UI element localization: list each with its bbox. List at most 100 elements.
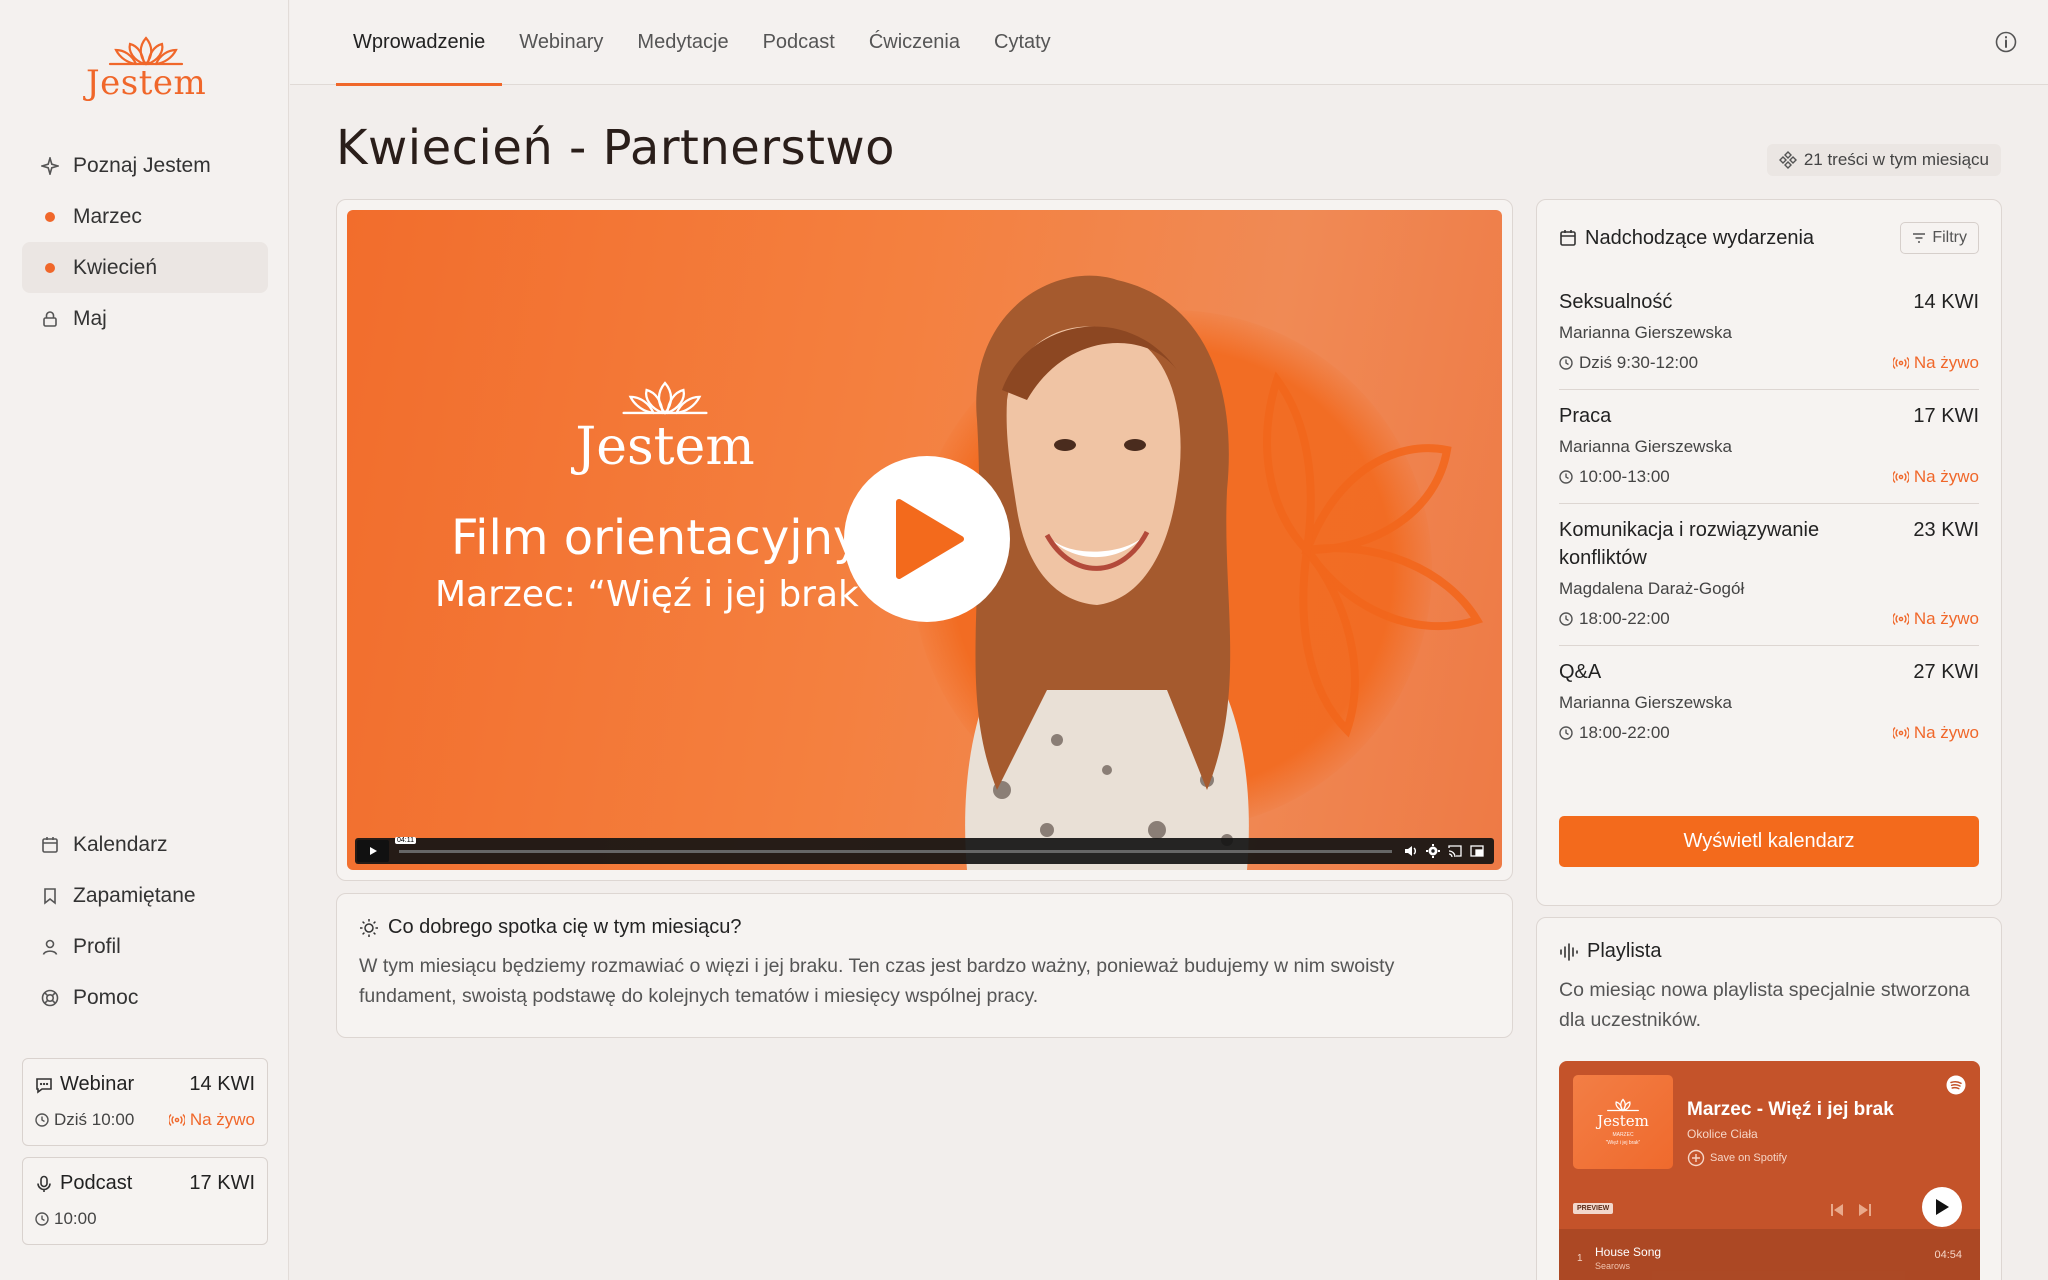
video-logo-text: Jestem (575, 417, 755, 477)
sidebar-item-label: Kalendarz (73, 832, 168, 856)
logo-text: Jestem (86, 63, 207, 103)
event-name: Q&A (1559, 661, 1602, 683)
save-on-spotify-label: Save on Spotify (1710, 1152, 1788, 1164)
event-live-label: Na żywo (1913, 609, 1979, 628)
sidebar-item-pomoc[interactable]: Pomoc (22, 972, 268, 1023)
event-item[interactable]: Q&A 27 KWI Marianna Gierszewska 18:00-22… (1559, 646, 1979, 759)
event-name: Seksualność (1559, 291, 1673, 313)
track-number: 1 (1577, 1253, 1583, 1264)
sidebar-item-label: Marzec (73, 204, 142, 228)
playlist-card: Playlista Co miesiąc nowa playlista spec… (1536, 917, 2002, 1280)
sidebar: Jestem Poznaj Jestem Marzec Kwiecień Maj (0, 0, 289, 1280)
event-name: Praca (1559, 405, 1612, 427)
tab-cytaty[interactable]: Cytaty (977, 0, 1068, 85)
spotify-icon[interactable] (1946, 1075, 1966, 1100)
content-count-text: 21 treści w tym miesiącu (1803, 150, 1989, 169)
plus-circle-icon (1687, 1149, 1705, 1167)
tab-medytacje[interactable]: Medytacje (620, 0, 745, 85)
clock-icon (35, 1212, 49, 1226)
track-artist: Searows (1595, 1261, 1631, 1271)
cover-logo-text: Jestem (1597, 1112, 1649, 1130)
info-icon[interactable] (1994, 30, 2018, 54)
clock-icon (1559, 612, 1573, 626)
cast-icon[interactable] (1448, 844, 1462, 858)
lifebuoy-icon (40, 988, 60, 1008)
event-live-label: Na żywo (1913, 353, 1979, 372)
sidebar-item-maj[interactable]: Maj (22, 293, 268, 344)
event-time: 18:00-22:00 (1579, 609, 1670, 628)
sidebar-item-label: Maj (73, 306, 107, 330)
tab-webinary[interactable]: Webinary (502, 0, 620, 85)
preview-badge: PREVIEW (1573, 1203, 1614, 1214)
clock-icon (1559, 470, 1573, 484)
upcoming-podcast-card[interactable]: Podcast 17 KWI 10:00 (22, 1157, 268, 1245)
video-scrubber[interactable]: 04:11 (395, 836, 1392, 853)
event-live-label: Na żywo (1913, 723, 1979, 742)
bottom-nav: Kalendarz Zapamiętane Profil Pomoc (22, 819, 268, 1023)
upcoming-webinar-card[interactable]: Webinar 14 KWI Dziś 10:00 Na żywo (22, 1058, 268, 1146)
video-control-play-button[interactable] (357, 840, 389, 862)
live-icon (1892, 727, 1909, 739)
event-time: 10:00-13:00 (1579, 467, 1670, 486)
webinar-title: Webinar (60, 1073, 135, 1095)
live-icon (1892, 357, 1909, 369)
event-item[interactable]: Komunikacja i rozwiązywanie konfliktów 2… (1559, 504, 1979, 646)
sidebar-item-profil[interactable]: Profil (22, 921, 268, 972)
sidebar-item-marzec[interactable]: Marzec (22, 191, 268, 242)
cover-subtitle-text: “Więź i jej brak” (1605, 1140, 1641, 1146)
event-host: Marianna Gierszewska (1559, 437, 1732, 456)
sidebar-item-poznaj-jestem[interactable]: Poznaj Jestem (22, 140, 268, 191)
sidebar-item-label: Pomoc (73, 985, 139, 1009)
filters-button[interactable]: Filtry (1900, 222, 1979, 254)
podcast-date: 17 KWI (189, 1172, 255, 1194)
play-icon (1936, 1199, 1949, 1215)
month-info-card: Co dobrego spotka cię w tym miesiącu? W … (336, 893, 1513, 1038)
previous-track-icon[interactable] (1829, 1203, 1845, 1222)
sidebar-item-kalendarz[interactable]: Kalendarz (22, 819, 268, 870)
next-track-icon[interactable] (1857, 1203, 1873, 1222)
month-info-title: Co dobrego spotka cię w tym miesiącu? (388, 916, 742, 938)
view-calendar-button[interactable]: Wyświetl kalendarz (1559, 816, 1979, 867)
podcast-title: Podcast (60, 1172, 133, 1194)
tab-podcast[interactable]: Podcast (746, 0, 852, 85)
track-row[interactable]: 1 House Song Searows 04:54 (1559, 1229, 1980, 1280)
lotus-icon (1607, 1098, 1639, 1112)
events-title: Nadchodzące wydarzenia (1585, 226, 1815, 249)
clock-icon (35, 1113, 49, 1127)
live-icon (168, 1114, 185, 1126)
video-title: Film orientacyjny (451, 510, 862, 566)
event-item[interactable]: Seksualność 14 KWI Marianna Gierszewska … (1559, 276, 1979, 390)
video-play-button[interactable] (844, 456, 1010, 622)
playlist-title: Playlista (1587, 940, 1662, 962)
settings-icon[interactable] (1426, 844, 1440, 858)
sidebar-item-zapamietane[interactable]: Zapamiętane (22, 870, 268, 921)
event-time: 18:00-22:00 (1579, 723, 1670, 742)
top-tabs-bar: Wprowadzenie Webinary Medytacje Podcast … (290, 0, 2048, 86)
calendar-icon (1560, 230, 1576, 246)
volume-icon[interactable] (1404, 844, 1418, 858)
content-count-badge: 21 treści w tym miesiącu (1766, 144, 2001, 176)
live-icon (1892, 613, 1909, 625)
tab-wprowadzenie[interactable]: Wprowadzenie (336, 0, 503, 86)
sidebar-item-label: Poznaj Jestem (73, 153, 211, 177)
audio-wave-icon (1560, 942, 1578, 961)
webinar-date: 14 KWI (189, 1073, 255, 1095)
sun-icon (360, 918, 378, 937)
app-logo[interactable]: Jestem (86, 36, 206, 106)
fullscreen-icon[interactable] (1470, 844, 1484, 858)
video-subtitle: Marzec: “Więź i jej brak” (435, 574, 878, 615)
sparkle-icon (40, 156, 60, 176)
sidebar-item-kwiecien[interactable]: Kwiecień (22, 242, 268, 293)
video-player[interactable]: Jestem Film orientacyjny Marzec: “Więź i… (347, 210, 1502, 870)
event-item[interactable]: Praca 17 KWI Marianna Gierszewska 10:00-… (1559, 390, 1979, 504)
cover-month-text: MARZEC (1612, 1132, 1634, 1138)
playlist-description: Co miesiąc nowa playlista specjalnie stw… (1559, 979, 1970, 1031)
spotify-play-button[interactable] (1922, 1187, 1962, 1227)
save-on-spotify-button[interactable]: Save on Spotify (1687, 1149, 1787, 1167)
tab-cwiczenia[interactable]: Ćwiczenia (852, 0, 977, 85)
spotify-embed[interactable]: Jestem MARZEC “Więź i jej brak” Marzec -… (1559, 1061, 1980, 1280)
podcast-time: 10:00 (54, 1209, 97, 1228)
dot-icon (40, 207, 60, 227)
event-date: 27 KWI (1913, 661, 1979, 683)
clock-icon (1559, 356, 1573, 370)
